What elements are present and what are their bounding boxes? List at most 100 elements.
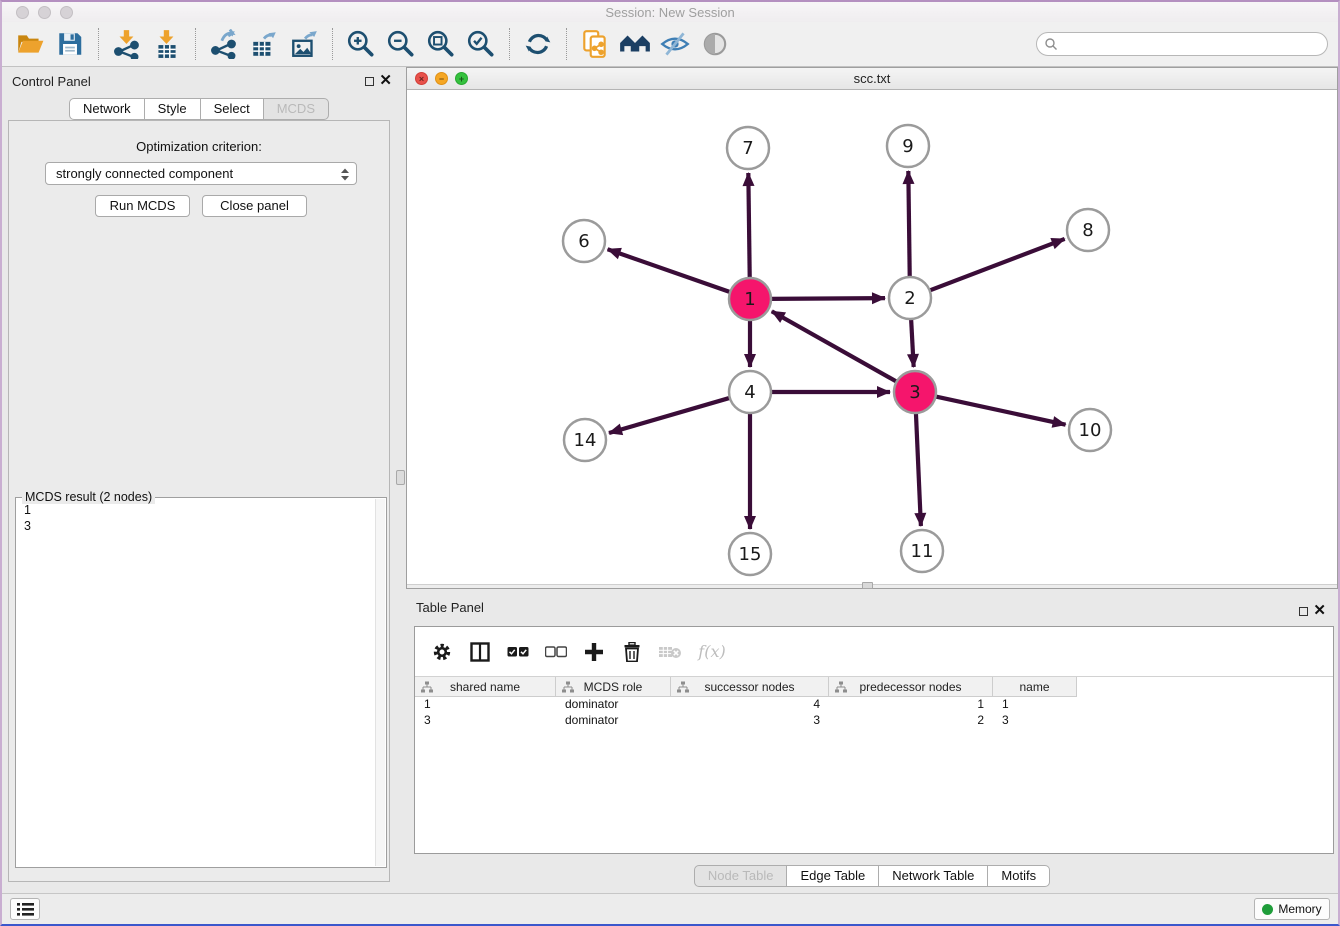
tab-mcds[interactable]: MCDS [264, 98, 329, 120]
tab-network[interactable]: Network [69, 98, 145, 120]
cell-MCDS-role[interactable]: dominator [556, 712, 671, 728]
task-list-button[interactable] [10, 898, 40, 920]
column-header-name[interactable]: name [993, 677, 1077, 697]
home-icon [618, 29, 652, 59]
gray-eye-button[interactable] [698, 27, 732, 61]
tab-motifs[interactable]: Motifs [988, 865, 1050, 887]
toolbar-separator [566, 28, 567, 60]
cell-predecessor-nodes[interactable]: 1 [829, 696, 993, 712]
float-table-panel-icon[interactable] [1299, 607, 1308, 616]
refresh-layout-button[interactable] [521, 27, 555, 61]
vertical-splitter-handle[interactable] [396, 470, 405, 485]
tab-style[interactable]: Style [145, 98, 201, 120]
application-window: Session: New Session [0, 0, 1340, 926]
import-network-button[interactable] [110, 27, 144, 61]
cell-shared-name[interactable]: 3 [415, 712, 556, 728]
float-panel-icon[interactable] [365, 77, 374, 86]
function-builder-button[interactable]: f(x) [695, 640, 729, 664]
graph-edge-2-3[interactable] [911, 317, 914, 367]
graph-edge-3-1[interactable] [772, 311, 899, 382]
export-table-button[interactable] [247, 27, 281, 61]
export-network-button[interactable] [207, 27, 241, 61]
memory-label: Memory [1278, 902, 1321, 916]
cyndex-home-button[interactable] [618, 27, 652, 61]
cell-MCDS-role[interactable]: dominator [556, 696, 671, 712]
node-table-container: f(x) shared nameMCDS rolesuccessor nodes… [414, 626, 1334, 854]
column-type-icon [835, 681, 847, 693]
graph-edge-1-6[interactable] [608, 249, 732, 292]
column-header-successor-nodes[interactable]: successor nodes [671, 677, 829, 697]
delete-column-button[interactable] [619, 640, 645, 664]
deselect-all-columns-button[interactable] [543, 640, 569, 664]
export-table-icon [249, 29, 279, 59]
result-scrollbar[interactable] [375, 499, 385, 866]
zoom-fit-button[interactable] [424, 27, 458, 61]
zoom-out-button[interactable] [384, 27, 418, 61]
zoom-in-icon [346, 29, 376, 59]
cell-successor-nodes[interactable]: 3 [671, 712, 829, 728]
graph-edge-3-10[interactable] [934, 396, 1066, 425]
tab-node-table[interactable]: Node Table [694, 865, 788, 887]
plus-icon [584, 642, 604, 662]
import-table-button[interactable] [150, 27, 184, 61]
export-image-button[interactable] [287, 27, 321, 61]
clone-network-button[interactable] [578, 27, 612, 61]
network-canvas[interactable]: 7968124314101511 [407, 90, 1337, 584]
control-panel-tabs: NetworkStyleSelectMCDS [8, 98, 390, 120]
graph-edge-4-14[interactable] [609, 397, 732, 433]
horizontal-splitter-handle[interactable] [862, 582, 873, 589]
add-column-button[interactable] [581, 640, 607, 664]
graph-edge-1-7[interactable] [748, 173, 749, 280]
list-icon [17, 902, 34, 917]
close-panel-icon[interactable]: ✕ [379, 70, 392, 92]
graph-edge-2-9[interactable] [908, 171, 909, 279]
zoom-selected-button[interactable] [464, 27, 498, 61]
cell-successor-nodes[interactable]: 4 [671, 696, 829, 712]
split-columns-button[interactable] [467, 640, 493, 664]
open-file-button[interactable] [13, 27, 47, 61]
cell-predecessor-nodes[interactable]: 2 [829, 712, 993, 728]
column-header-MCDS-role[interactable]: MCDS role [556, 677, 671, 697]
graph-edge-2-8[interactable] [928, 239, 1065, 291]
tab-select[interactable]: Select [201, 98, 264, 120]
zoom-in-button[interactable] [344, 27, 378, 61]
graph-node-label-9: 9 [902, 136, 913, 157]
delete-table-icon [658, 644, 682, 660]
cell-shared-name[interactable]: 1 [415, 696, 556, 712]
mcds-result-line[interactable]: 3 [24, 518, 31, 534]
run-mcds-button[interactable]: Run MCDS [95, 195, 190, 217]
mcds-result-line[interactable]: 1 [24, 502, 31, 518]
memory-button[interactable]: Memory [1254, 898, 1330, 920]
import-network-icon [112, 29, 142, 59]
delete-table-button[interactable] [657, 640, 683, 664]
table-settings-button[interactable] [429, 640, 455, 664]
table-row[interactable]: 3dominator323 [415, 712, 1333, 728]
close-panel-button[interactable]: Close panel [202, 195, 307, 217]
search-input[interactable] [1036, 32, 1328, 56]
criterion-select[interactable]: strongly connected component [45, 162, 357, 185]
table-panel: Table Panel ✕ [406, 592, 1338, 890]
graph-edge-1-2[interactable] [769, 298, 885, 299]
column-header-predecessor-nodes[interactable]: predecessor nodes [829, 677, 993, 697]
graph[interactable]: 7968124314101511 [407, 90, 1335, 584]
tab-edge-table[interactable]: Edge Table [787, 865, 879, 887]
hide-eye-button[interactable] [658, 27, 692, 61]
graph-node-label-11: 11 [911, 541, 934, 562]
select-all-columns-button[interactable] [505, 640, 531, 664]
close-table-panel-icon[interactable]: ✕ [1313, 600, 1326, 622]
cell-name[interactable]: 1 [993, 696, 1077, 712]
network-window-titlebar: × − + scc.txt [407, 68, 1337, 90]
graph-edge-3-11[interactable] [916, 411, 921, 526]
export-network-icon [209, 29, 239, 59]
fx-icon: f(x) [698, 642, 725, 661]
cell-name[interactable]: 3 [993, 712, 1077, 728]
tab-network-table[interactable]: Network Table [879, 865, 988, 887]
graph-node-label-15: 15 [739, 544, 762, 565]
save-session-button[interactable] [53, 27, 87, 61]
column-header-shared-name[interactable]: shared name [415, 677, 556, 697]
table-row[interactable]: 1dominator411 [415, 696, 1333, 712]
toolbar-separator [195, 28, 196, 60]
toolbar-separator [332, 28, 333, 60]
column-type-icon [421, 681, 433, 693]
mcds-result-list[interactable]: 13 [24, 502, 31, 534]
